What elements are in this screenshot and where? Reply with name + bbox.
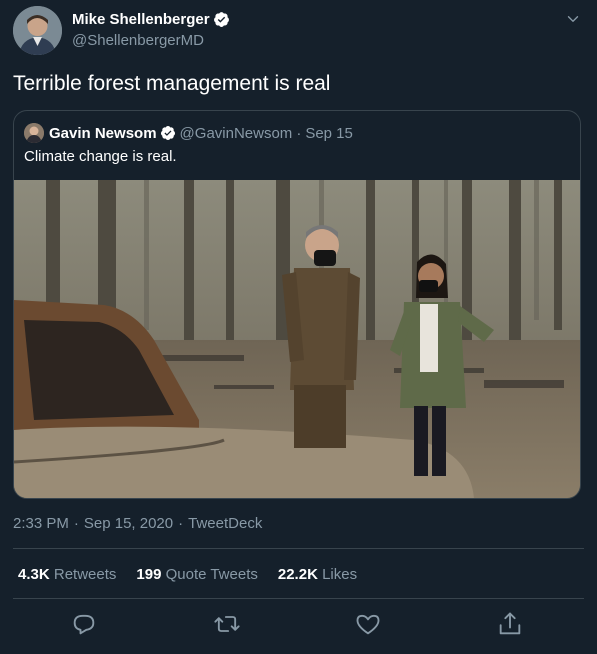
- tweet-detail: Mike Shellenberger @ShellenbergerMD Terr…: [0, 0, 597, 654]
- action-bar: [0, 608, 597, 642]
- author-avatar[interactable]: [13, 6, 62, 55]
- quoted-author-handle: @GavinNewsom: [179, 124, 293, 142]
- likes-count: 22.2K: [277, 566, 318, 583]
- quote-tweets-stat[interactable]: 199 Quote Tweets: [136, 566, 257, 583]
- retweets-count: 4.3K: [18, 566, 50, 583]
- separator: ·: [296, 124, 302, 142]
- heart-icon[interactable]: [354, 610, 382, 638]
- quoted-tweet-header: Gavin Newsom @GavinNewsom · Sep 15: [24, 123, 353, 143]
- quoted-tweet-text: Climate change is real.: [24, 148, 177, 165]
- verified-badge-icon: [213, 12, 229, 27]
- share-icon[interactable]: [496, 610, 524, 638]
- tweet-time[interactable]: 2:33 PM: [13, 515, 69, 532]
- divider: [13, 548, 584, 549]
- quoted-author-avatar: [24, 123, 44, 143]
- likes-label: Likes: [322, 566, 358, 583]
- tweet-meta: 2:33 PM · Sep 15, 2020 · TweetDeck: [13, 515, 262, 532]
- tweet-date[interactable]: Sep 15, 2020: [84, 515, 173, 532]
- likes-stat[interactable]: 22.2K Likes: [278, 566, 357, 583]
- quoted-tweet[interactable]: Gavin Newsom @GavinNewsom · Sep 15 Clima…: [13, 110, 581, 499]
- author-name-row: Mike Shellenberger: [72, 11, 230, 28]
- tweet-source[interactable]: TweetDeck: [188, 515, 262, 532]
- separator: ·: [178, 515, 184, 532]
- quoted-date: Sep 15: [305, 124, 353, 142]
- verified-badge-icon: [160, 126, 175, 140]
- chevron-down-icon[interactable]: [564, 10, 582, 28]
- author-handle[interactable]: @ShellenbergerMD: [72, 32, 204, 49]
- quote-tweets-label: Quote Tweets: [165, 566, 258, 583]
- divider: [13, 598, 584, 599]
- quote-tweets-count: 199: [136, 566, 162, 583]
- quoted-author-name: Gavin Newsom: [49, 124, 157, 142]
- engagement-stats: 4.3K Retweets 199 Quote Tweets 22.2K Lik…: [18, 566, 377, 583]
- tweet-text: Terrible forest management is real: [13, 72, 331, 95]
- retweets-stat[interactable]: 4.3K Retweets: [18, 566, 116, 583]
- quoted-tweet-photo[interactable]: [14, 180, 580, 498]
- retweets-label: Retweets: [53, 566, 117, 583]
- separator: ·: [73, 515, 79, 532]
- reply-icon[interactable]: [70, 610, 98, 638]
- author-name[interactable]: Mike Shellenberger: [72, 11, 210, 28]
- retweet-icon[interactable]: [213, 610, 241, 638]
